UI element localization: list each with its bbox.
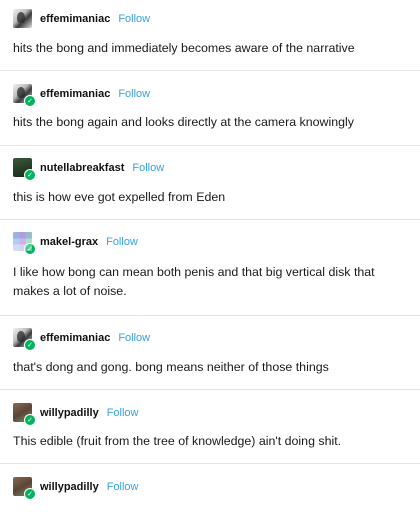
effemimaniac-avatar-icon[interactable]: ✓ — [13, 328, 36, 351]
effemimaniac-avatar-icon[interactable] — [13, 9, 32, 28]
post-text: I like how bong can mean both penis and … — [13, 265, 375, 298]
checkmark-badge-icon: ✓ — [24, 339, 36, 351]
checkmark-badge-icon: ✓ — [24, 95, 36, 107]
post-header: ✓ effemimaniac Follow — [13, 328, 150, 351]
username-link[interactable]: nutellabreakfast — [40, 162, 124, 174]
post-text: hits the bong and immediately becomes aw… — [13, 41, 355, 55]
post-text: this is how eve got expelled from Eden — [13, 190, 226, 204]
reblog-entry: ✓ effemimaniac Follow that's dong and go… — [0, 316, 420, 390]
username-link[interactable]: effemimaniac — [40, 332, 110, 344]
username-link[interactable]: makel-grax — [40, 236, 98, 248]
willypadilly-avatar-icon[interactable]: ✓ — [13, 403, 36, 426]
reblog-entry: effemimaniac Follow hits the bong and im… — [0, 0, 420, 71]
follow-button[interactable]: Follow — [118, 88, 150, 100]
follow-button[interactable]: Follow — [118, 13, 150, 25]
follow-button[interactable]: Follow — [106, 236, 138, 248]
checkmark-badge-icon: ✓ — [24, 243, 36, 255]
post-header: ✓ willypadilly Follow — [13, 403, 139, 426]
post-text: This edible (fruit from the tree of know… — [13, 434, 342, 448]
follow-button[interactable]: Follow — [118, 332, 150, 344]
username-link[interactable]: effemimaniac — [40, 13, 110, 25]
checkmark-badge-icon: ✓ — [24, 414, 36, 426]
reblog-entry: ✓ willypadilly Follow This edible (fruit… — [0, 390, 420, 464]
post-text: hits the bong again and looks directly a… — [13, 115, 354, 129]
nutellabreakfast-avatar-icon[interactable]: ✓ — [13, 158, 36, 181]
effemimaniac-avatar-icon[interactable]: ✓ — [13, 84, 36, 107]
username-link[interactable]: effemimaniac — [40, 88, 110, 100]
follow-button[interactable]: Follow — [107, 407, 139, 419]
reblog-entry: ✓ willypadilly Follow — [0, 464, 420, 512]
post-header: ✓ effemimaniac Follow — [13, 84, 150, 107]
post-header: ✓ willypadilly Follow — [13, 477, 139, 500]
post-text: that's dong and gong. bong means neither… — [13, 360, 329, 374]
username-link[interactable]: willypadilly — [40, 407, 99, 419]
follow-button[interactable]: Follow — [107, 481, 139, 493]
post-header: effemimaniac Follow — [13, 9, 150, 28]
reblog-entry: ✓ nutellabreakfast Follow this is how ev… — [0, 146, 420, 220]
makel-grax-avatar-icon[interactable]: ✓ — [13, 232, 36, 255]
username-link[interactable]: willypadilly — [40, 481, 99, 493]
reblog-thread: effemimaniac Follow hits the bong and im… — [0, 0, 420, 512]
reblog-entry: ✓ effemimaniac Follow hits the bong agai… — [0, 71, 420, 146]
post-header: ✓ nutellabreakfast Follow — [13, 158, 164, 181]
checkmark-badge-icon: ✓ — [24, 169, 36, 181]
willypadilly-avatar-icon[interactable]: ✓ — [13, 477, 36, 500]
follow-button[interactable]: Follow — [132, 162, 164, 174]
reblog-entry: ✓ makel-grax Follow I like how bong can … — [0, 220, 420, 316]
post-header: ✓ makel-grax Follow — [13, 232, 138, 255]
checkmark-badge-icon: ✓ — [24, 488, 36, 500]
